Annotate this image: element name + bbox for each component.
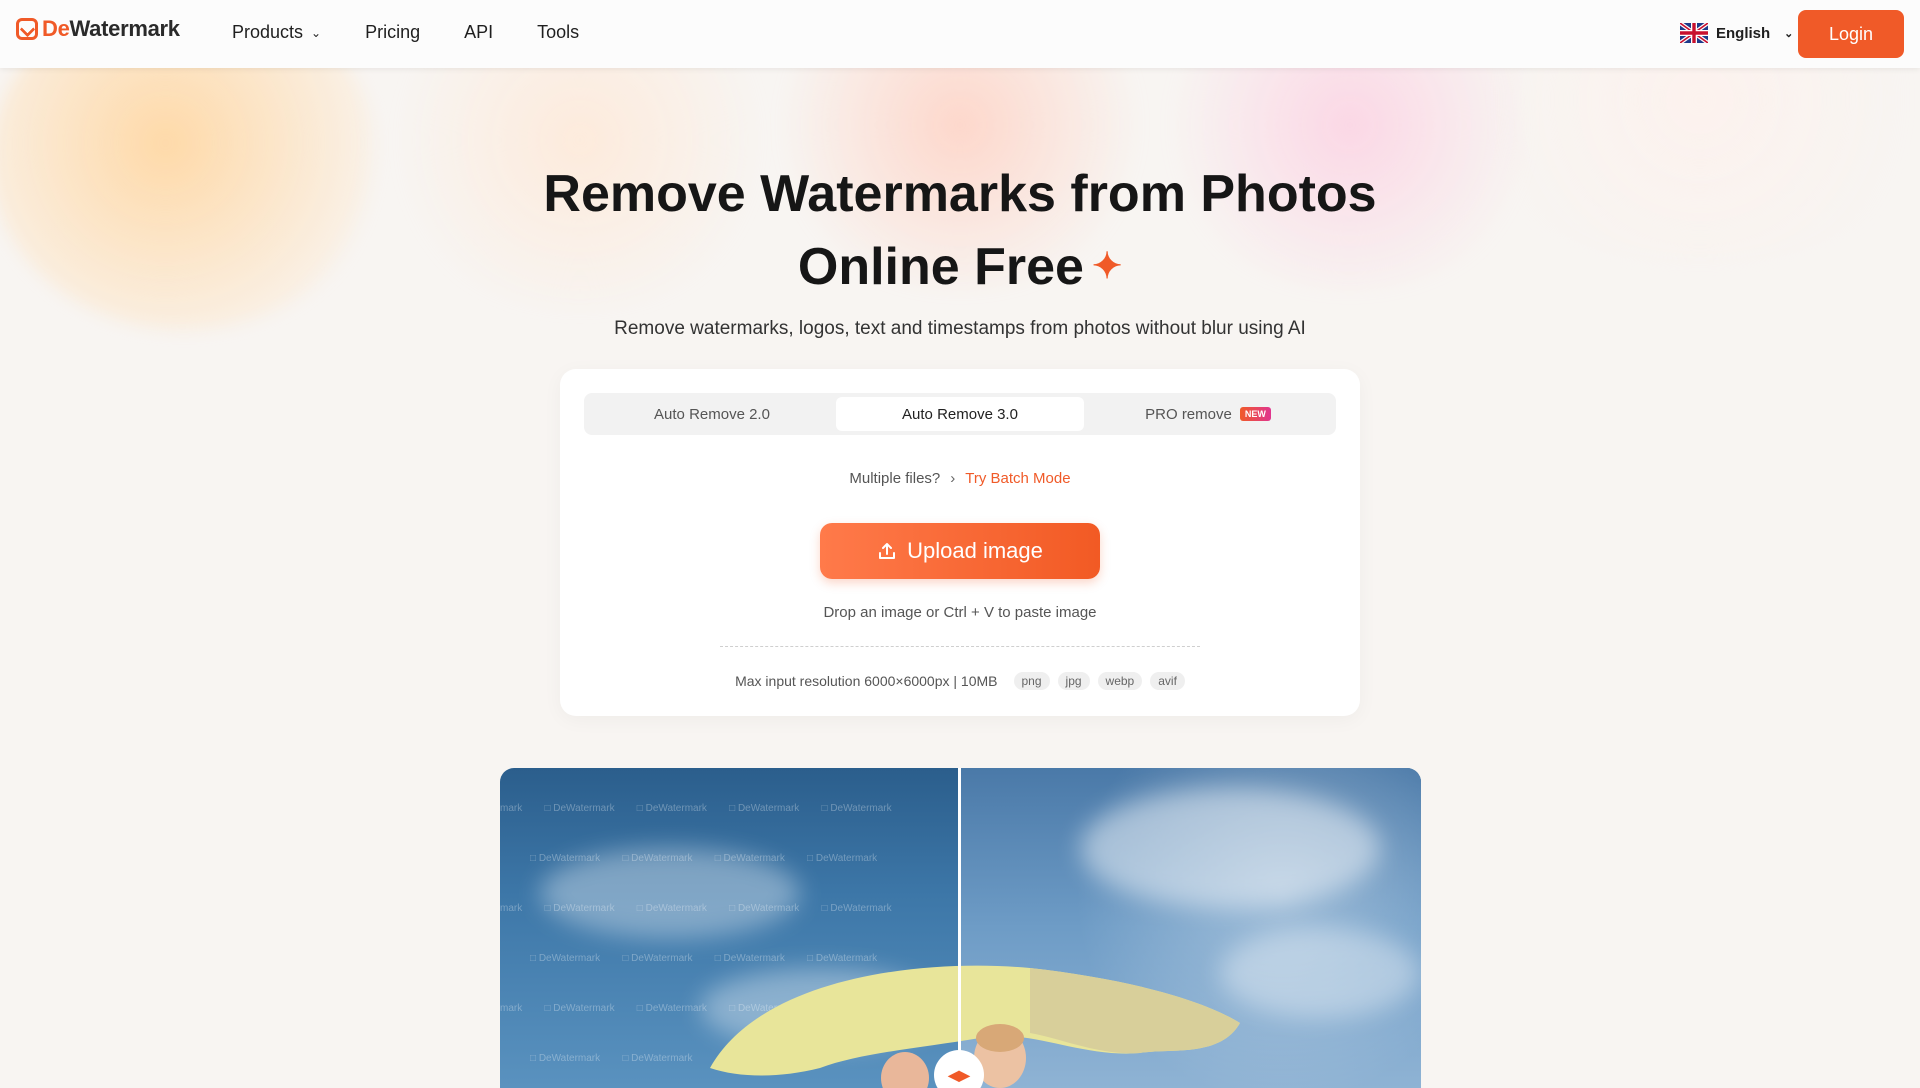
tab-auto-remove-3[interactable]: Auto Remove 3.0 bbox=[836, 397, 1084, 431]
format-badge-webp: webp bbox=[1097, 672, 1143, 690]
divider bbox=[720, 646, 1200, 647]
nav-api[interactable]: API bbox=[464, 22, 493, 43]
batch-mode-link[interactable]: Try Batch Mode bbox=[965, 470, 1070, 487]
login-button[interactable]: Login bbox=[1798, 10, 1904, 58]
tab-label: Auto Remove 2.0 bbox=[654, 405, 770, 423]
tab-label: Auto Remove 3.0 bbox=[902, 405, 1018, 423]
drop-hint: Drop an image or Ctrl + V to paste image bbox=[823, 604, 1097, 621]
nav-pricing[interactable]: Pricing bbox=[365, 22, 420, 43]
comparison-divider bbox=[958, 768, 961, 1088]
page-subtitle: Remove watermarks, logos, text and times… bbox=[614, 318, 1306, 339]
brand-logo[interactable]: DeWatermark bbox=[16, 16, 180, 42]
logo-icon bbox=[16, 18, 38, 40]
language-selector[interactable]: English ⌄ bbox=[1680, 23, 1793, 43]
page-title: Remove Watermarks from Photos Online Fre… bbox=[0, 158, 1920, 303]
format-badge-avif: avif bbox=[1150, 672, 1185, 690]
limit-text: Max input resolution 6000×6000px | 10MB bbox=[735, 673, 998, 689]
tab-label: PRO remove bbox=[1145, 405, 1232, 423]
nav-products-label: Products bbox=[232, 22, 304, 42]
batch-question: Multiple files? bbox=[849, 470, 941, 487]
upload-card: Auto Remove 2.0 Auto Remove 3.0 PRO remo… bbox=[560, 369, 1360, 716]
chevron-right-icon: › bbox=[950, 470, 956, 487]
nav-tools-label: Tools bbox=[537, 22, 580, 42]
format-badge-jpg: jpg bbox=[1057, 672, 1090, 690]
upload-icon bbox=[879, 543, 896, 559]
brand-name: DeWatermark bbox=[42, 16, 180, 41]
upload-image-button[interactable]: Upload image bbox=[820, 523, 1100, 579]
nav-products[interactable]: Products ⌄ bbox=[232, 22, 321, 43]
sparkle-icon: ✦ bbox=[1091, 245, 1123, 286]
uk-flag-icon bbox=[1680, 23, 1708, 43]
nav-pricing-label: Pricing bbox=[365, 22, 421, 42]
main-nav: Products ⌄ Pricing API Tools bbox=[232, 22, 623, 43]
chevron-down-icon: ⌄ bbox=[311, 25, 322, 40]
batch-prompt: Multiple files? › Try Batch Mode bbox=[560, 470, 1360, 487]
chevron-down-icon: ⌄ bbox=[1784, 27, 1794, 40]
top-navbar: DeWatermark Products ⌄ Pricing API Tools… bbox=[0, 0, 1920, 68]
nav-api-label: API bbox=[464, 22, 494, 42]
title-line-1: Remove Watermarks from Photos bbox=[543, 165, 1377, 223]
tab-auto-remove-2[interactable]: Auto Remove 2.0 bbox=[588, 397, 836, 431]
language-label: English bbox=[1716, 24, 1771, 42]
nav-tools[interactable]: Tools bbox=[537, 22, 579, 43]
format-badge-png: png bbox=[1013, 672, 1050, 690]
tab-pro-remove[interactable]: PRO remove NEW bbox=[1084, 397, 1332, 431]
upload-label: Upload image bbox=[907, 538, 1043, 563]
new-badge: NEW bbox=[1239, 407, 1271, 421]
upload-limits: Max input resolution 6000×6000px | 10MB … bbox=[560, 672, 1360, 690]
before-after-comparison: mark □ DeWatermark □ DeWatermark □ DeWat… bbox=[500, 768, 1421, 1088]
mode-tabs: Auto Remove 2.0 Auto Remove 3.0 PRO remo… bbox=[584, 393, 1336, 435]
title-line-2: Online Free bbox=[797, 238, 1084, 296]
